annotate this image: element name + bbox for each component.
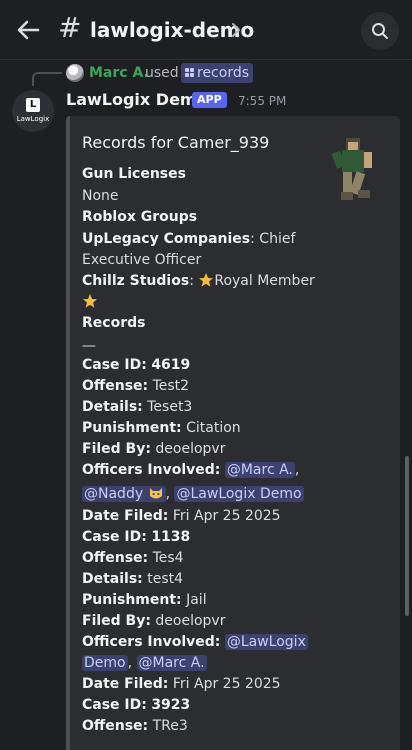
search-button[interactable] bbox=[361, 12, 399, 50]
channel-hash-icon: # bbox=[58, 11, 82, 44]
record-offense: Offense: TRe3 bbox=[82, 718, 188, 734]
group-uplegacy-role: Executive Officer bbox=[82, 252, 202, 268]
record-case-id: Case ID: 1138 bbox=[82, 529, 191, 545]
mention-lawlogix[interactable]: @LawLogix bbox=[224, 634, 308, 650]
reply-avatar[interactable] bbox=[66, 64, 84, 82]
roblox-groups-label: Roblox Groups bbox=[82, 209, 198, 225]
record-punishment: Punishment: Jail bbox=[82, 592, 207, 608]
message-timestamp: 7:55 PM bbox=[238, 94, 287, 108]
mention-marc[interactable]: @Marc A. bbox=[136, 655, 207, 671]
record-punishment: Punishment: Citation bbox=[82, 420, 241, 436]
record-details: Details: Teset3 bbox=[82, 399, 193, 415]
star-emoji-line bbox=[82, 292, 98, 313]
mention-lawlogix-cont[interactable]: Demo bbox=[82, 655, 128, 671]
record-offense: Offense: Tes4 bbox=[82, 550, 184, 566]
command-mention[interactable]: records bbox=[181, 63, 254, 83]
record-case-id: Case ID: 4619 bbox=[82, 357, 191, 373]
mention-naddy[interactable]: @Naddy bbox=[82, 486, 166, 502]
command-name: records bbox=[197, 65, 250, 81]
record-officers-cont: @Naddy , @LawLogix Demo bbox=[82, 486, 304, 502]
mention-marc[interactable]: @Marc A. bbox=[224, 462, 295, 478]
roblox-avatar-thumbnail[interactable] bbox=[328, 136, 376, 210]
back-button[interactable] bbox=[14, 16, 42, 44]
records-embed: Records for Camer_939 Gun Licenses None … bbox=[66, 116, 400, 750]
bot-logo-text: LawLogix bbox=[16, 115, 50, 123]
scrollbar[interactable] bbox=[405, 456, 409, 616]
record-case-id: Case ID: 3923 bbox=[82, 697, 191, 713]
slash-command-icon bbox=[185, 68, 194, 77]
record-officers: Officers Involved: @LawLogix bbox=[82, 634, 308, 650]
group-uplegacy: UpLegacy Companies: Chief bbox=[82, 231, 296, 247]
arrow-left-icon bbox=[17, 20, 40, 40]
record-filed-by: Filed By: deoelopvr bbox=[82, 441, 226, 457]
record-offense: Offense: Test2 bbox=[82, 378, 190, 394]
records-divider: — bbox=[82, 338, 96, 354]
message-author[interactable]: LawLogix Demo bbox=[66, 90, 208, 110]
mention-lawlogix[interactable]: @LawLogix Demo bbox=[174, 486, 304, 502]
gun-licenses-value: None bbox=[82, 188, 119, 204]
reply-used-text: used bbox=[145, 65, 179, 81]
gun-licenses-label: Gun Licenses bbox=[82, 166, 186, 182]
search-icon bbox=[372, 23, 388, 39]
record-details: Details: test4 bbox=[82, 571, 184, 587]
star-emoji-icon bbox=[199, 273, 214, 287]
reply-connector bbox=[32, 72, 62, 86]
record-officers-cont: Demo, @Marc A. bbox=[82, 655, 207, 671]
record-officers: Officers Involved: @Marc A., bbox=[82, 462, 300, 478]
bot-logo-letter: L bbox=[26, 98, 40, 112]
bot-avatar[interactable]: L LawLogix bbox=[12, 90, 54, 132]
group-chillz: Chillz Studios: Royal Member bbox=[82, 273, 315, 289]
star-emoji-icon bbox=[83, 294, 97, 308]
records-label: Records bbox=[82, 315, 146, 331]
record-date-filed: Date Filed: Fri Apr 25 2025 bbox=[82, 676, 281, 692]
record-filed-by: Filed By: deoelopvr bbox=[82, 613, 226, 629]
embed-title: Records for Camer_939 bbox=[82, 133, 270, 152]
record-date-filed: Date Filed: Fri Apr 25 2025 bbox=[82, 508, 281, 524]
app-badge: APP bbox=[192, 92, 227, 108]
channel-header: # lawlogix-demo bbox=[0, 0, 412, 60]
cat-emoji-icon bbox=[149, 488, 162, 499]
reply-username[interactable]: Marc A. bbox=[89, 64, 149, 82]
chevron-right-icon[interactable] bbox=[229, 21, 243, 39]
